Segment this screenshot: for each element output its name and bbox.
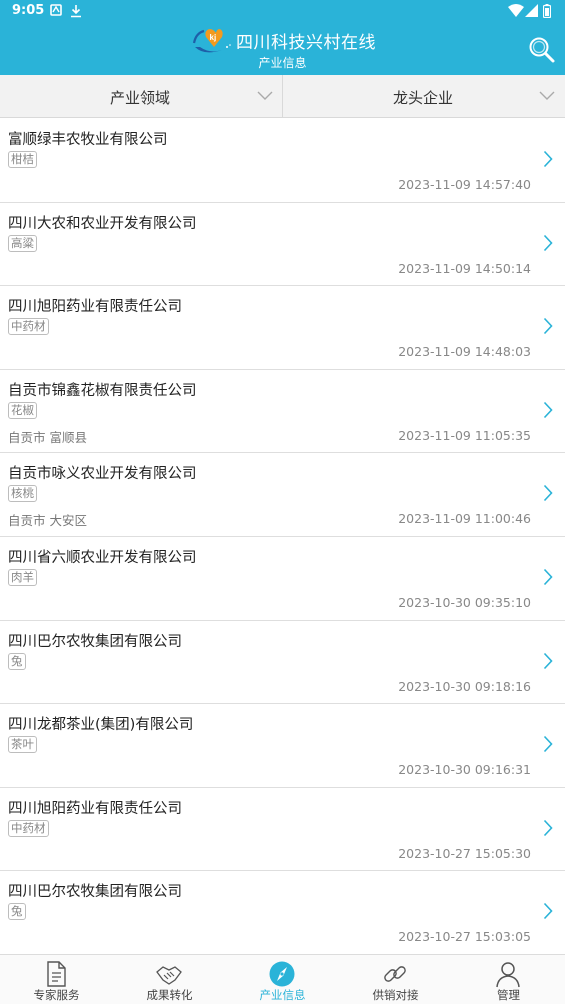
notification-icon [50,4,62,16]
list-item[interactable]: 自贡市咏义农业开发有限公司 核桃自贡市 大安区 2023-11-09 11:00:4… [0,453,565,537]
industry-tag: 中药材 [8,318,49,336]
status-time: 9:05 [12,3,45,18]
filter-industry-dropdown[interactable]: 产业领域 [0,75,282,118]
tab-industry-info[interactable]: 产业信息 [226,955,339,1004]
chevron-right-icon [543,903,553,920]
list-item[interactable]: 自贡市锦鑫花椒有限责任公司 花椒自贡市 富顺县 2023-11-09 11:05:3… [0,369,565,454]
wifi-icon [508,4,524,17]
battery-icon [543,4,551,18]
list-item[interactable]: 四川大农和农业开发有限公司 高粱 2023-11-09 14:50:14 [0,202,565,287]
chevron-right-icon [543,150,553,168]
publish-time: 2023-10-30 09:16:31 [398,762,531,778]
chevron-right-icon [543,318,553,335]
list-item[interactable]: 四川旭阳药业有限责任公司 中药材 2023-11-09 14:48:03 [0,286,565,370]
app-header: kj 四川科技兴村在线 产业信息 [0,22,565,75]
app-title: 四川科技兴村在线 [236,33,376,53]
industry-tag: 肉羊 [8,568,37,586]
filter-label: 龙头企业 [393,89,454,107]
tab-supply-sales[interactable]: 供销对接 [339,955,452,1004]
list-item[interactable]: 四川旭阳药业有限责任公司 中药材 2023-10-27 15:05:30 [0,787,565,872]
logo-letters: kj [210,33,217,42]
tab-label: 成果转化 [146,988,193,1002]
company-name: 自贡市锦鑫花椒有限责任公司 [8,382,197,399]
enterprise-list: 富顺绿丰农牧业有限公司 柑桔 2023-11-09 14:57:40 四川大农和农业开… [0,119,565,955]
industry-tag: 高粱 [8,234,37,252]
filter-bar: 产业领域 龙头企业 [0,75,565,118]
bottom-tab-bar: 专家服务 成果转化 产业信息 供销对接 管理 [0,954,565,1004]
app-logo-icon: kj [192,29,231,53]
signal-icon [525,4,538,17]
download-icon [71,5,81,18]
filter-label: 产业领域 [110,89,171,107]
publish-time: 2023-11-09 11:00:46 [398,511,531,527]
company-name: 富顺绿丰农牧业有限公司 [8,132,168,148]
publish-time: 2023-10-30 09:35:10 [398,594,531,610]
company-name: 四川大农和农业开发有限公司 [8,215,197,232]
industry-tag: 柑桔 [8,151,37,168]
chevron-right-icon [543,234,553,251]
link-icon [384,966,406,982]
chevron-right-icon [543,652,553,669]
company-name: 四川旭阳药业有限责任公司 [8,800,182,817]
publish-time: 2023-11-09 11:05:35 [398,427,531,443]
publish-time: 2023-11-09 14:50:14 [398,260,531,276]
company-name: 自贡市咏义农业开发有限公司 [8,466,197,483]
chevron-right-icon [543,736,553,753]
publish-time: 2023-11-09 14:57:40 [398,177,531,192]
chevron-down-icon [257,91,273,100]
document-icon [47,961,66,987]
industry-tag: 核桃 [8,485,37,503]
chevron-right-icon [543,485,553,502]
compass-icon [269,961,295,987]
industry-tag: 中药材 [8,819,49,837]
company-name: 四川省六顺农业开发有限公司 [8,549,197,566]
handshake-icon [156,966,182,985]
user-icon [496,962,520,988]
company-name: 四川巴尔农牧集团有限公司 [8,633,182,650]
company-name: 四川巴尔农牧集团有限公司 [8,884,182,901]
company-name: 四川龙都茶业(集团)有限公司 [8,717,194,734]
filter-enterprise-dropdown[interactable]: 龙头企业 [283,75,565,118]
page-subtitle: 产业信息 [258,56,307,70]
tab-management[interactable]: 管理 [452,955,565,1004]
publish-time: 2023-10-27 15:03:05 [398,929,531,945]
tab-achievement-transfer[interactable]: 成果转化 [113,955,226,1004]
list-item[interactable]: 四川省六顺农业开发有限公司 肉羊 2023-10-30 09:35:10 [0,536,565,621]
company-name: 四川旭阳药业有限责任公司 [8,299,182,316]
publish-time: 2023-10-27 15:05:30 [398,845,531,861]
tab-label: 管理 [497,988,520,1002]
industry-tag: 花椒 [8,401,37,419]
chevron-right-icon [543,401,553,418]
industry-tag: 兔 [8,903,26,921]
chevron-right-icon [543,568,553,586]
tab-expert-service[interactable]: 专家服务 [0,955,113,1004]
chevron-right-icon [543,819,553,836]
publish-time: 2023-10-30 09:18:16 [398,678,531,694]
chevron-down-icon [539,91,555,100]
industry-tag: 兔 [8,652,26,670]
company-location: 自贡市 大安区 [8,513,87,529]
tab-label: 专家服务 [33,988,80,1002]
list-item[interactable]: 富顺绿丰农牧业有限公司 柑桔 2023-11-09 14:57:40 [0,119,565,203]
tab-label: 产业信息 [259,988,306,1002]
tab-label: 供销对接 [372,988,419,1002]
company-location: 自贡市 富顺县 [8,429,87,445]
search-icon[interactable] [528,36,556,64]
list-item[interactable]: 四川巴尔农牧集团有限公司兔 2023-10-30 09:18:16 [0,620,565,705]
list-item[interactable]: 四川龙都茶业(集团)有限公司 茶叶 2023-10-30 09:16:31 [0,704,565,788]
status-bar: 9:05 [0,0,565,22]
list-item[interactable]: 四川巴尔农牧集团有限公司兔 2023-10-27 15:03:05 [0,871,565,955]
publish-time: 2023-11-09 14:48:03 [398,344,531,360]
industry-tag: 茶叶 [8,736,37,754]
